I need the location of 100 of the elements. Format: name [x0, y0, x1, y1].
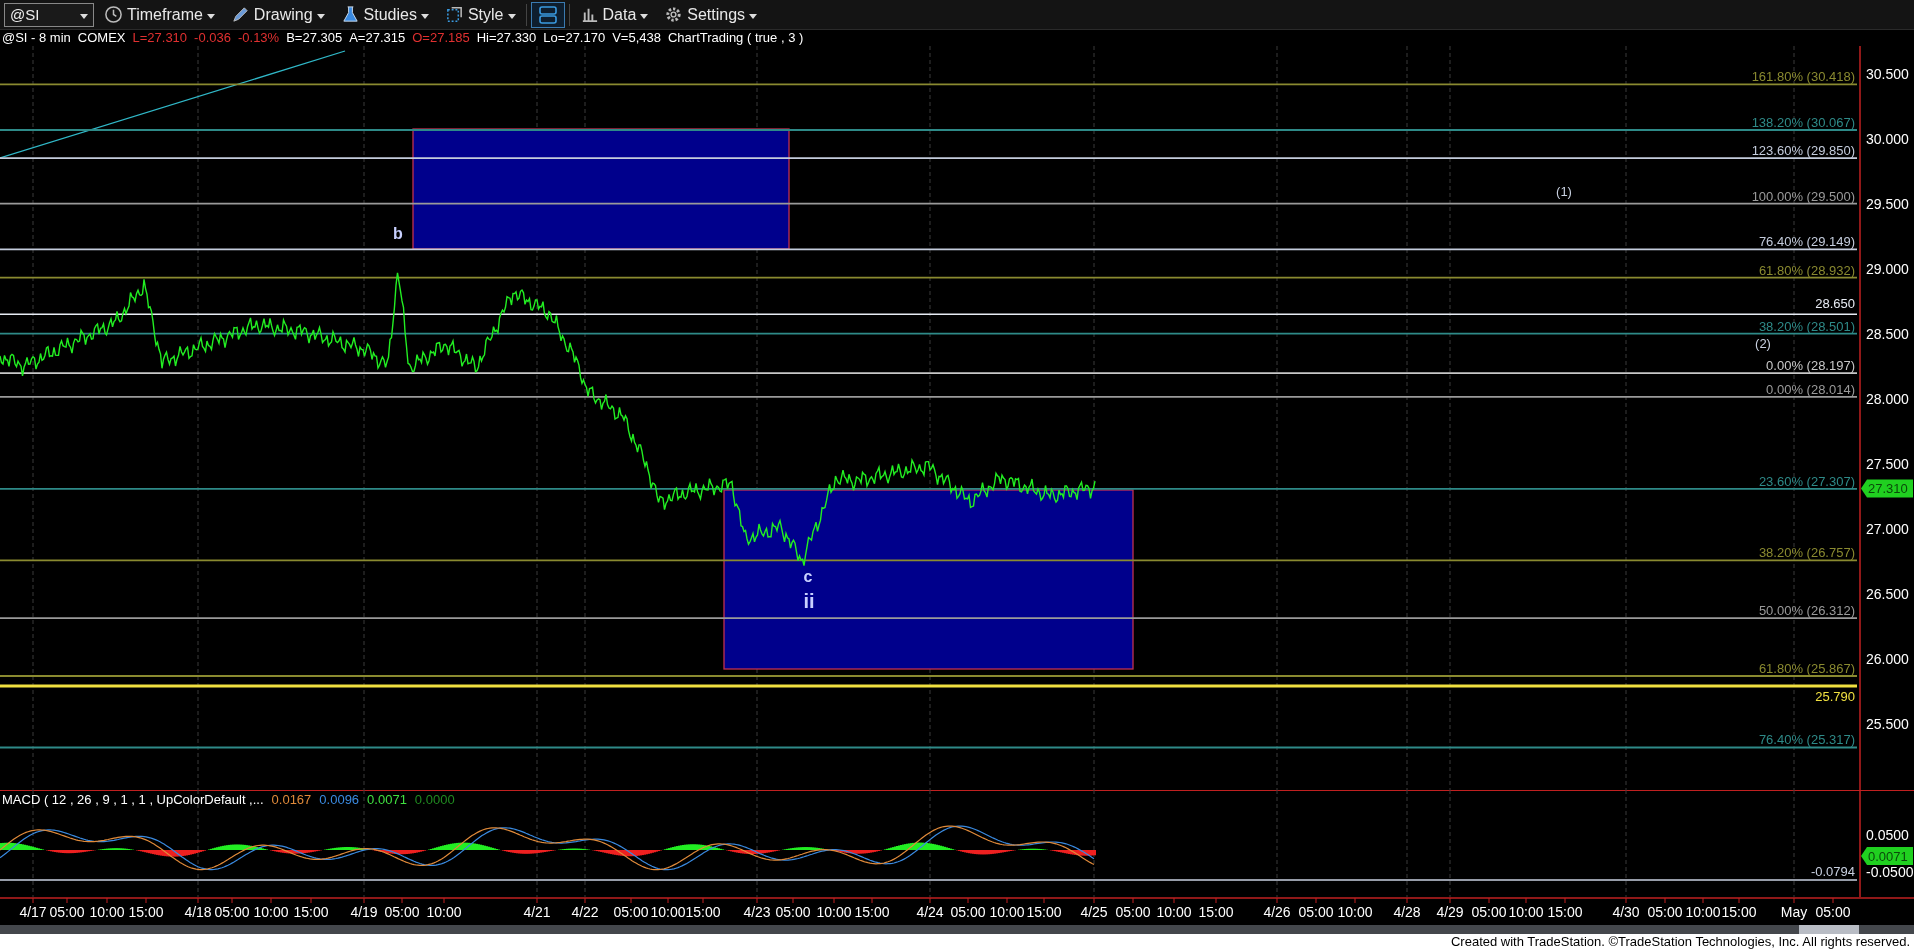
wave-label: ii: [803, 590, 815, 612]
pencil-icon: [230, 5, 250, 24]
time-label: 15:00: [1198, 904, 1234, 920]
fibonacci-label: 138.20% (30.067): [1751, 115, 1855, 130]
quote-field: -0.036: [194, 30, 231, 46]
price-label: 25.790: [1815, 689, 1855, 704]
time-label: 4/25: [1080, 904, 1108, 920]
caret-icon: [640, 14, 649, 19]
indicator-value: 0.0096: [319, 792, 360, 807]
time-label: 05:00: [613, 904, 649, 920]
time-label: 15:00: [128, 904, 164, 920]
axis-label: 26.000: [1866, 650, 1909, 667]
time-label: 15:00: [1721, 904, 1757, 920]
time-label: 10:00: [1337, 904, 1373, 920]
flask-icon: [340, 5, 360, 24]
caret-icon: [749, 14, 758, 19]
time-label: 10:00: [253, 904, 289, 920]
scroll-thumb[interactable]: [1799, 925, 1859, 934]
fibonacci-label: 100.00% (29.500): [1751, 188, 1855, 204]
time-label: 10:00: [650, 904, 686, 920]
quote-field: O=27.185: [412, 30, 470, 46]
toolbar-button[interactable]: Studies: [334, 1, 435, 28]
fibonacci-label: 38.20% (26.757): [1758, 545, 1855, 561]
wave-label: c: [803, 568, 813, 585]
caret-icon: [80, 14, 88, 19]
time-label: 10:00: [989, 904, 1025, 920]
wave-label: (1): [1556, 184, 1572, 199]
quote-field: -0.13%: [237, 30, 280, 46]
toolbar-button[interactable]: Style: [438, 1, 522, 28]
layout-button[interactable]: [530, 1, 565, 28]
time-label: 4/29: [1436, 904, 1464, 920]
time-label: 05:00: [1647, 904, 1683, 920]
quote-field: B=27.305: [286, 30, 343, 46]
time-label: 05:00: [1471, 904, 1507, 920]
indicator-value: 0.0167: [271, 792, 312, 807]
time-label: 15:00: [685, 904, 721, 920]
quote-field: L=27.310: [132, 30, 188, 46]
toolbar-button[interactable]: Drawing: [224, 1, 331, 28]
time-label: 15:00: [854, 904, 890, 920]
fibonacci-label: 50.00% (26.312): [1758, 603, 1855, 619]
time-label: 4/28: [1393, 904, 1421, 920]
time-label: 05:00: [950, 904, 986, 920]
axis-label: 28.500: [1866, 325, 1909, 342]
time-label: 15:00: [1547, 904, 1583, 920]
time-label: 10:00: [89, 904, 125, 920]
axis-label: 29.000: [1866, 260, 1909, 277]
axis-label: 27.000: [1866, 520, 1909, 537]
time-label: 05:00: [1115, 904, 1151, 920]
fibonacci-label: 61.80% (25.867): [1758, 661, 1855, 676]
quote-field: COMEX: [77, 30, 126, 46]
caret-icon: [507, 14, 516, 19]
toolbar-button[interactable]: Data: [573, 1, 655, 28]
time-label: 4/18: [184, 904, 212, 920]
price-label: 28.650: [1815, 296, 1855, 312]
time-label: May: [1780, 904, 1808, 920]
axis-label: 27.500: [1866, 455, 1909, 472]
time-label: 05:00: [214, 904, 250, 920]
fibonacci-label: 161.80% (30.418): [1751, 69, 1855, 85]
wave-label: b: [393, 225, 403, 242]
indicator-title: MACD ( 12 , 26 , 9 , 1 , 1 , UpColorDefault ,...: [2, 792, 264, 807]
fibonacci-label: 0.00% (28.014): [1766, 381, 1855, 397]
time-label: 4/21: [523, 904, 551, 920]
time-label: 4/26: [1263, 904, 1291, 920]
time-label: 05:00: [49, 904, 85, 920]
axis-label: 30.500: [1866, 65, 1909, 82]
time-label: 4/23: [743, 904, 771, 920]
quote-field: Hi=27.330: [476, 30, 537, 46]
time-label: 4/19: [350, 904, 378, 920]
symbol-dropdown[interactable]: @SI: [4, 2, 94, 27]
axis-label: 29.500: [1866, 195, 1909, 212]
last-price-tag: 27.310: [1861, 479, 1913, 498]
fibonacci-label: 76.40% (29.149): [1758, 234, 1855, 250]
time-label: 4/22: [571, 904, 599, 920]
time-label: 10:00: [1156, 904, 1192, 920]
axis-label: -0.0500: [1866, 864, 1914, 880]
time-label: 10:00: [426, 904, 462, 920]
caret-icon: [420, 14, 429, 19]
copyright-text: Created with TradeStation. ©TradeStation Technologies, Inc. All rights reserved.: [1450, 934, 1910, 949]
quote-field: ChartTrading ( true , 3 ): [667, 30, 804, 46]
settings-icon: [664, 5, 684, 24]
time-label: 10:00: [1685, 904, 1721, 920]
time-label: 05:00: [775, 904, 811, 920]
time-label: 4/17: [19, 904, 47, 920]
fibonacci-label: 61.80% (28.932): [1758, 262, 1855, 278]
toolbar-button[interactable]: Settings: [658, 1, 764, 28]
time-label: 10:00: [816, 904, 852, 920]
toolbar-button[interactable]: Timeframe: [98, 1, 221, 28]
axis-label: 30.000: [1866, 130, 1909, 147]
layout-icon: [536, 3, 559, 26]
time-label: 05:00: [1815, 904, 1851, 920]
axis-label: 0.0500: [1866, 827, 1909, 843]
caret-icon: [316, 14, 325, 19]
time-label: 05:00: [1298, 904, 1334, 920]
scrollbar[interactable]: [0, 925, 1914, 934]
time-label: 4/24: [916, 904, 944, 920]
axis-label: 25.500: [1866, 715, 1909, 732]
quote-field: A=27.315: [349, 30, 406, 46]
fibonacci-label: 0.00% (28.197): [1766, 358, 1855, 374]
time-label: 10:00: [1508, 904, 1544, 920]
fibonacci-label: 38.20% (28.501): [1758, 318, 1855, 334]
